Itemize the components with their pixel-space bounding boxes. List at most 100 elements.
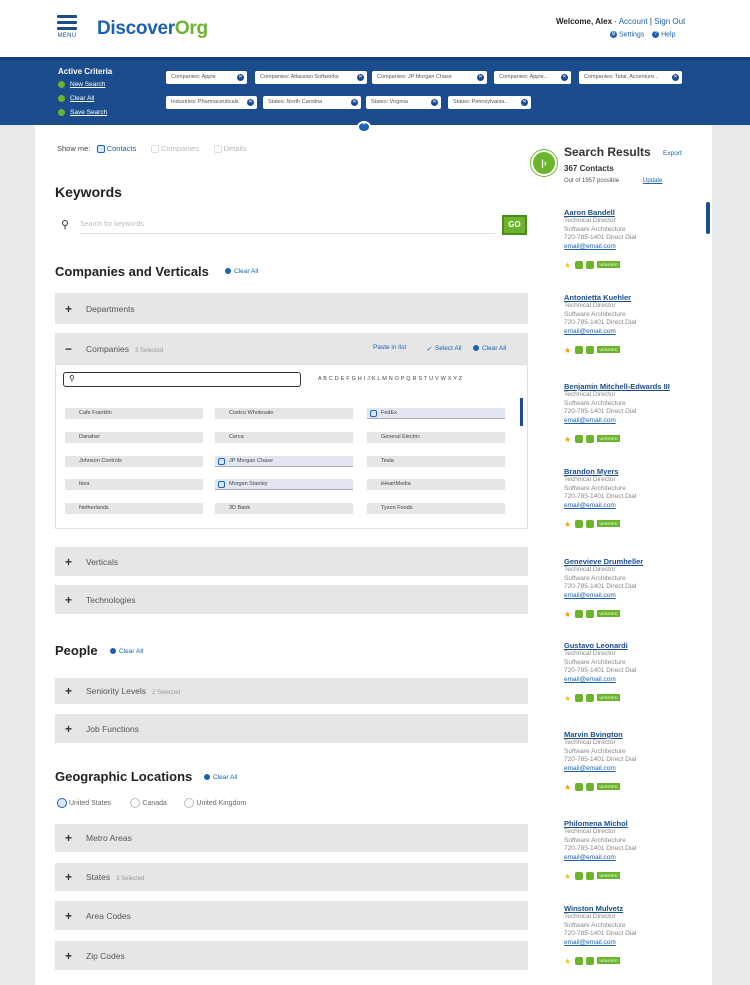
metro-areas-section[interactable]: + Metro Areas xyxy=(55,824,528,852)
clear-all-criteria-link[interactable]: Clear All xyxy=(58,95,94,102)
criteria-chip[interactable]: Companies: Atlassian Softworks ✕ xyxy=(255,71,367,84)
checkbox-checked[interactable] xyxy=(370,410,377,417)
leaf-icon[interactable] xyxy=(575,693,583,702)
select-all-link[interactable]: ✓ Select All xyxy=(426,345,462,353)
close-icon[interactable]: ✕ xyxy=(351,99,358,106)
area-codes-section[interactable]: + Area Codes xyxy=(55,901,528,930)
result-email[interactable]: email@email.com xyxy=(564,592,704,601)
result-name[interactable]: Marvin Bvington xyxy=(564,730,704,739)
leaf-icon[interactable] xyxy=(575,519,583,528)
departments-section[interactable]: + Departments xyxy=(55,293,528,324)
result-name[interactable]: Benjamin Mitchell-Edwards III xyxy=(564,382,704,391)
paste-in-list-link[interactable]: Paste in list xyxy=(373,344,406,351)
details-checkbox[interactable] xyxy=(213,145,222,154)
results-scrollbar[interactable] xyxy=(706,202,710,234)
leaf-icon[interactable] xyxy=(575,345,583,354)
close-icon[interactable]: ✕ xyxy=(357,74,364,81)
technologies-section[interactable]: + Technologies xyxy=(55,585,528,614)
leaf-icon[interactable] xyxy=(575,434,583,443)
leaf-icon[interactable] xyxy=(575,871,583,880)
keywords-go-button[interactable]: GO xyxy=(502,215,527,235)
clear-all-companies-verticals[interactable]: Clear All xyxy=(225,268,258,275)
result-email[interactable]: email@email.com xyxy=(564,676,704,685)
star-icon[interactable]: ★ xyxy=(564,957,572,966)
result-email[interactable]: email@email.com xyxy=(564,243,704,252)
result-name[interactable]: Aaron Bandell xyxy=(564,208,704,217)
job-functions-section[interactable]: + Job Functions xyxy=(55,714,528,743)
star-icon[interactable]: ★ xyxy=(564,435,572,444)
leaf-icon[interactable] xyxy=(575,260,583,269)
company-cell[interactable]: Costco Wholesale xyxy=(215,408,353,419)
keywords-input[interactable]: Search for keywords xyxy=(80,214,495,234)
results-toggle-icon[interactable]: |› xyxy=(531,150,557,176)
person-icon[interactable] xyxy=(586,260,594,269)
result-item[interactable]: Brandon Myers Technical Director Software … xyxy=(564,467,704,533)
star-icon[interactable]: ★ xyxy=(564,694,572,703)
star-icon[interactable]: ★ xyxy=(564,346,572,355)
settings-link[interactable]: Settings xyxy=(619,31,644,38)
criteria-chip[interactable]: Companies: Tidal, Accenture... ✕ xyxy=(579,71,682,84)
company-cell[interactable]: Tesla xyxy=(367,456,505,467)
radio-united-states[interactable] xyxy=(57,798,67,808)
logo[interactable]: DiscoverOrg xyxy=(97,18,208,40)
clear-all-people[interactable]: Clear All xyxy=(110,648,143,655)
contacts-checkbox[interactable] xyxy=(96,145,105,154)
states-section[interactable]: + States 3 Selected xyxy=(55,863,528,891)
export-link[interactable]: Export xyxy=(663,150,682,157)
company-cell[interactable]: Johnson Controls xyxy=(65,456,203,467)
close-icon[interactable]: ✕ xyxy=(247,99,254,106)
star-icon[interactable]: ★ xyxy=(564,783,572,792)
star-icon[interactable]: ★ xyxy=(564,610,572,619)
person-icon[interactable] xyxy=(586,956,594,965)
result-name[interactable]: Gustavo Leonardi xyxy=(564,641,704,650)
help-link[interactable]: Help xyxy=(661,31,675,38)
clear-all-companies-link[interactable]: Clear All xyxy=(473,345,506,352)
result-email[interactable]: email@email.com xyxy=(564,854,704,863)
criteria-chip[interactable]: Companies: Apple ✕ xyxy=(166,71,247,84)
verticals-section[interactable]: + Verticals xyxy=(55,547,528,576)
result-name[interactable]: Brandon Myers xyxy=(564,467,704,476)
criteria-chip[interactable]: States: North Carolina ✕ xyxy=(263,96,361,109)
person-icon[interactable] xyxy=(586,693,594,702)
person-icon[interactable] xyxy=(586,609,594,618)
criteria-chip[interactable]: Companies: Apple... ✕ xyxy=(494,71,571,84)
leaf-icon[interactable] xyxy=(575,609,583,618)
result-item[interactable]: Antonietta Kuehler Technical Director Soft… xyxy=(564,293,704,359)
save-search-link[interactable]: Save Search xyxy=(58,109,107,116)
close-icon[interactable]: ✕ xyxy=(431,99,438,106)
result-email[interactable]: email@email.com xyxy=(564,417,704,426)
company-cell[interactable]: Cafe Franklin xyxy=(65,408,203,419)
person-icon[interactable] xyxy=(586,519,594,528)
radio-united-kingdom[interactable] xyxy=(184,798,195,808)
star-icon[interactable]: ★ xyxy=(564,872,572,881)
criteria-chip[interactable]: States: Virginia ✕ xyxy=(366,96,441,109)
leaf-icon[interactable] xyxy=(575,956,583,965)
close-icon[interactable]: ✕ xyxy=(672,74,679,81)
close-icon[interactable]: ✕ xyxy=(521,99,528,106)
company-cell[interactable]: Cerca xyxy=(215,432,353,443)
result-item[interactable]: Benjamin Mitchell-Edwards III Technical D… xyxy=(564,382,704,448)
person-icon[interactable] xyxy=(586,782,594,791)
close-icon[interactable]: ✕ xyxy=(561,74,568,81)
result-email[interactable]: email@email.com xyxy=(564,328,704,337)
criteria-chip[interactable]: Companies: JP Morgan Chase ✕ xyxy=(372,71,487,84)
company-search-input[interactable]: ⚲ xyxy=(63,372,301,387)
zip-codes-section[interactable]: + Zip Codes xyxy=(55,941,528,970)
collapse-toggle-icon[interactable]: ⌃ xyxy=(357,121,371,133)
result-item[interactable]: Aaron Bandell Technical Director Software … xyxy=(564,208,704,274)
new-search-link[interactable]: New Search xyxy=(58,81,105,88)
result-item[interactable]: Winston Mulvetz Technical Director Softwar… xyxy=(564,904,704,970)
alphabet-filter[interactable]: A B C D E F G H I J K L M N O P Q R S T … xyxy=(318,376,462,382)
result-name[interactable]: Philomena Michol xyxy=(564,819,704,828)
result-email[interactable]: email@email.com xyxy=(564,502,704,511)
result-name[interactable]: Antonietta Kuehler xyxy=(564,293,704,302)
company-cell[interactable]: Netherlands xyxy=(65,503,203,514)
close-icon[interactable]: ✕ xyxy=(237,74,244,81)
company-cell[interactable]: 3D Bank xyxy=(215,503,353,514)
company-cell[interactable]: General Electric xyxy=(367,432,505,443)
companies-checkbox[interactable] xyxy=(150,145,159,154)
result-email[interactable]: email@email.com xyxy=(564,765,704,774)
company-cell[interactable]: Danaher xyxy=(65,432,203,443)
company-cell[interactable]: Ikea xyxy=(65,479,203,490)
close-icon[interactable]: ✕ xyxy=(477,74,484,81)
